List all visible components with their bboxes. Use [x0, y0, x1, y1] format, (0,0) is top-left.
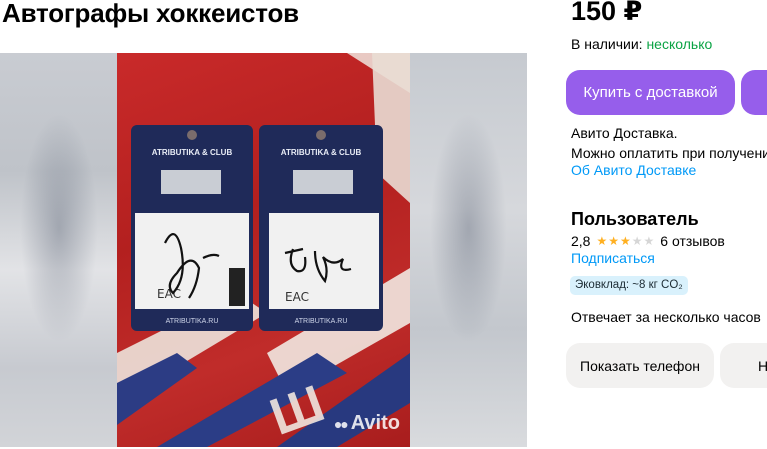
gallery-blur-left	[0, 53, 118, 447]
rating-value: 2,8	[571, 233, 591, 249]
buy-button[interactable]	[741, 70, 767, 115]
reply-time: Отвечает за несколько часов	[571, 309, 761, 325]
photo-gallery[interactable]: Ш ATRIBUTIKA & CLUB EAC ATRIBUTIKA.RU AT…	[0, 53, 527, 447]
main-photo[interactable]: Ш ATRIBUTIKA & CLUB EAC ATRIBUTIKA.RU AT…	[117, 53, 410, 447]
star-icon: ★	[596, 234, 609, 248]
seller-name[interactable]: Пользователь	[571, 209, 699, 230]
avito-watermark-text: Avito	[350, 412, 400, 434]
show-phone-button[interactable]: Показать телефон	[566, 343, 714, 388]
price: 150 ₽	[571, 0, 643, 26]
availability-label: В наличии:	[571, 36, 643, 52]
photo-artwork: Ш ATRIBUTIKA & CLUB EAC ATRIBUTIKA.RU AT…	[117, 53, 410, 447]
seller-rating[interactable]: 2,8 ★★★★★ 6 отзывов	[571, 233, 725, 249]
eco-badge[interactable]: Эковклад: ~8 кг CO₂	[570, 276, 688, 295]
tag-left-brand: ATRIBUTIKA & CLUB	[152, 148, 233, 157]
star-icon: ★	[608, 234, 620, 248]
star-icon: ★	[643, 234, 656, 248]
subscribe-link[interactable]: Подписаться	[571, 250, 655, 266]
message-button[interactable]: Н	[720, 343, 767, 388]
tag-left-site: ATRIBUTIKA.RU	[166, 318, 219, 325]
avito-logo-icon: ●●	[333, 415, 349, 432]
delivery-info: Авито Доставка.	[571, 125, 678, 141]
availability: В наличии: несколько	[571, 36, 712, 52]
listing-title: Автографы хоккеистов	[2, 0, 299, 28]
tag-right: ATRIBUTIKA & CLUB EAC ATRIBUTIKA.RU	[259, 125, 383, 331]
tag-left: ATRIBUTIKA & CLUB EAC ATRIBUTIKA.RU	[131, 125, 253, 331]
star-icon: ★	[620, 234, 632, 248]
availability-value: несколько	[646, 36, 713, 52]
reviews-count[interactable]: 6 отзывов	[660, 233, 725, 249]
delivery-payment-info: Можно оплатить при получении	[571, 145, 767, 161]
delivery-info-link[interactable]: Об Авито Доставке	[571, 162, 696, 178]
star-icon: ★	[631, 234, 644, 248]
rating-stars: ★★★★★	[596, 234, 655, 248]
tag-right-site: ATRIBUTIKA.RU	[295, 318, 348, 325]
avito-watermark: ●● Avito	[334, 412, 400, 435]
buy-with-delivery-button[interactable]: Купить с доставкой	[566, 70, 735, 115]
tag-right-eac: EAC	[285, 290, 309, 304]
gallery-blur-right	[410, 53, 527, 447]
tag-right-brand: ATRIBUTIKA & CLUB	[281, 148, 362, 157]
